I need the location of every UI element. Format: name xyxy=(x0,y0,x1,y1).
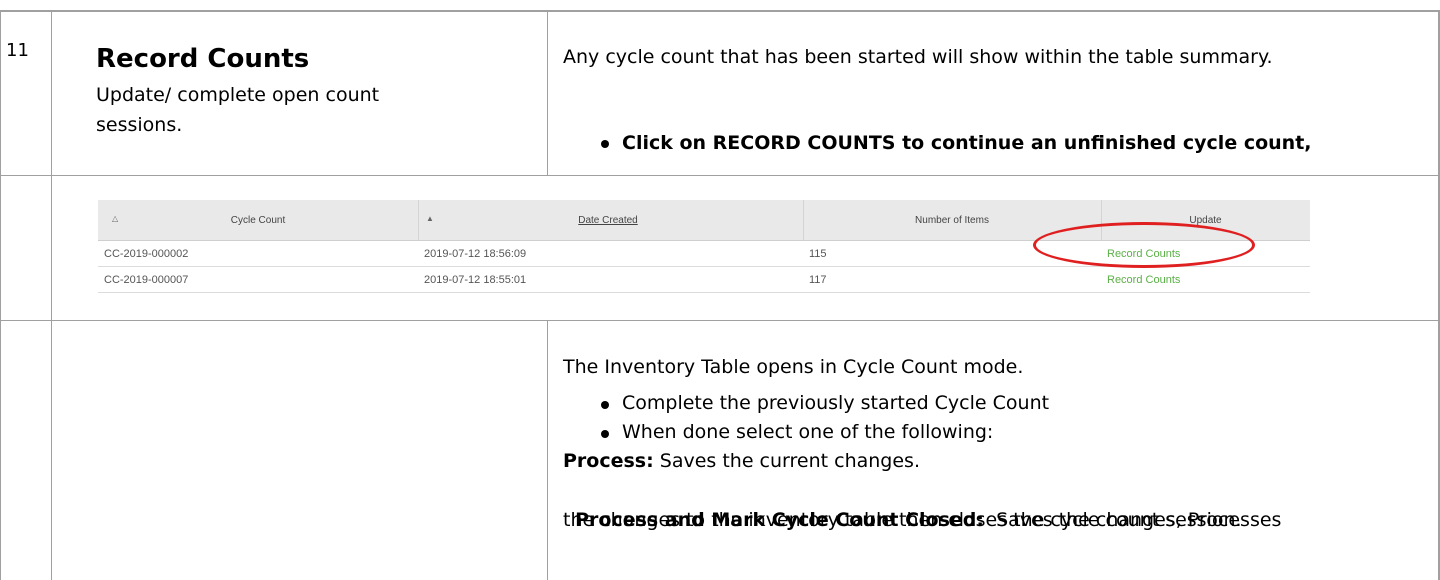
intro-text: Any cycle count that has been started wi… xyxy=(563,46,1273,68)
step-number: 11 xyxy=(6,40,29,61)
intro-bullet-text: Click on RECORD COUNTS to continue an un… xyxy=(622,132,1312,154)
cycle-count-id: CC-2019-000002 xyxy=(104,247,189,260)
table-border-left xyxy=(0,10,1,580)
table-border-top xyxy=(0,10,1440,12)
table-row: CC-2019-000007 2019-07-12 18:55:01 117 R… xyxy=(98,267,1310,293)
details-bullet-2: When done select one of the following: xyxy=(622,421,994,443)
process-description: Saves the current changes. xyxy=(653,450,920,472)
process-line: Process: Saves the current changes. xyxy=(563,446,920,476)
bullet-icon xyxy=(601,430,609,438)
number-of-items: 117 xyxy=(809,273,827,286)
details-bullet-1: Complete the previously started Cycle Co… xyxy=(622,392,1050,414)
number-of-items: 115 xyxy=(809,247,827,260)
header-cycle-count[interactable]: Cycle Count xyxy=(98,200,418,240)
header-date-created[interactable]: Date Created xyxy=(418,200,798,240)
date-created: 2019-07-12 18:55:01 xyxy=(424,273,527,286)
section-title: Record Counts xyxy=(96,44,310,74)
date-created: 2019-07-12 18:56:09 xyxy=(424,247,527,260)
highlight-ellipse xyxy=(1033,222,1255,268)
bullet-icon xyxy=(601,140,609,148)
table-column-divider-2a xyxy=(547,10,548,176)
table-border-row2 xyxy=(0,320,1440,321)
table-column-divider-2b xyxy=(547,320,548,580)
process-label: Process: xyxy=(563,450,654,472)
section-subtitle: Update/ complete open count sessions. xyxy=(96,84,380,136)
bullet-icon xyxy=(601,401,609,409)
details-intro: The Inventory Table opens in Cycle Count… xyxy=(563,356,1024,378)
cycle-count-id: CC-2019-000007 xyxy=(104,273,189,286)
table-border-row1 xyxy=(0,175,1440,176)
close-description-continued: the changes to the inventory table then … xyxy=(563,509,1242,531)
table-column-divider-1 xyxy=(51,10,52,580)
record-counts-link[interactable]: Record Counts xyxy=(1107,267,1180,292)
